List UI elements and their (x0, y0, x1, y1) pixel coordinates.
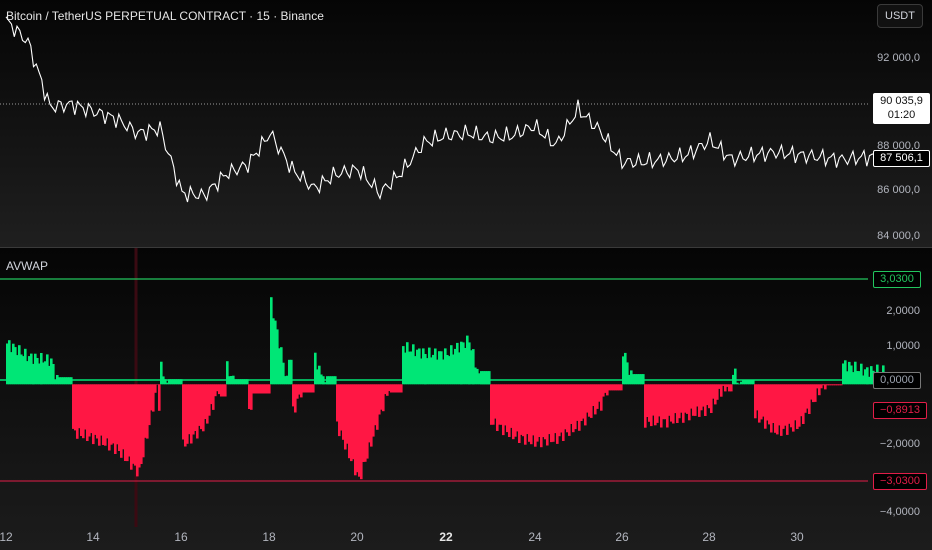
time-tick: 14 (86, 530, 100, 544)
current-price-tag: 87 506,1 (873, 150, 930, 167)
indicator-value-tag: −0,8913 (873, 402, 927, 419)
avwap-bar (734, 368, 737, 385)
indicator-title[interactable]: AVWAP (6, 259, 48, 273)
upper-band-tag: 3,0300 (873, 271, 921, 288)
bar-countdown: 01:20 (887, 109, 916, 121)
time-tick: 12 (0, 530, 13, 544)
avwap-bar (224, 384, 227, 397)
zero-tag: 0,0000 (873, 372, 921, 389)
lower-band-tag: −3,0300 (873, 473, 927, 490)
time-tick: 24 (528, 530, 542, 544)
avwap-bar (752, 380, 755, 385)
indicator-tick: 2,0000 (886, 305, 920, 317)
time-tick: 18 (262, 530, 276, 544)
indicator-tick: 1,0000 (886, 340, 920, 352)
avwap-bar (488, 371, 491, 385)
price-pane-bg (0, 0, 932, 247)
time-tick: 16 (174, 530, 188, 544)
time-tick: 30 (790, 530, 804, 544)
price-tick: 84 000,0 (877, 230, 920, 242)
avwap-bar (268, 384, 271, 394)
avwap-bar (642, 374, 645, 385)
avwap-bar (840, 384, 843, 386)
time-tick: 22 (439, 530, 453, 544)
last-price-tag: 90 035,9 01:20 (873, 93, 930, 124)
time-tick: 28 (702, 530, 716, 544)
quote-currency-button[interactable]: USDT (877, 4, 923, 28)
last-price-value: 90 035,9 (880, 95, 923, 107)
avwap-bar (400, 384, 403, 393)
avwap-bar (312, 384, 315, 393)
avwap-bar (154, 384, 157, 393)
pane-divider[interactable] (0, 247, 932, 248)
time-tick: 20 (350, 530, 364, 544)
avwap-bar (720, 384, 723, 397)
indicator-tick: −2,0000 (879, 438, 920, 450)
time-tick: 26 (615, 530, 629, 544)
chart-title: Bitcoin / TetherUS PERPETUAL CONTRACT · … (6, 9, 324, 23)
avwap-bar (620, 384, 623, 391)
price-tick: 92 000,0 (877, 52, 920, 64)
avwap-bar (730, 384, 733, 392)
price-tick: 86 000,0 (877, 184, 920, 196)
indicator-tick: −4,0000 (879, 506, 920, 518)
chart-canvas[interactable] (0, 0, 932, 550)
avwap-bar (158, 384, 161, 411)
